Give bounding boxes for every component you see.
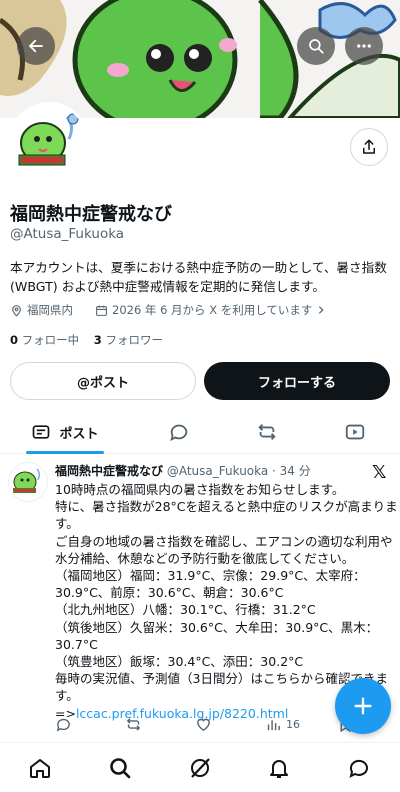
tweet-author-name[interactable]: 福岡熱中症警戒なび	[55, 464, 163, 478]
share-icon	[363, 139, 375, 154]
tweet-actions: 16	[55, 716, 375, 736]
compose-fab[interactable]	[335, 678, 391, 734]
back-arrow-icon	[29, 39, 43, 53]
tab-media[interactable]	[342, 410, 368, 454]
home-icon	[30, 759, 50, 778]
profile-bio: 本アカウントは、夏季における熱中症予防の一助として、暑さ指数 (WBGT) およ…	[10, 258, 394, 296]
tweet-line: ご自身の地域の暑さ指数を確認し、エアコンの適切な利用や	[55, 533, 393, 549]
nav-notifications[interactable]	[266, 755, 292, 781]
profile-avatar[interactable]	[8, 102, 90, 184]
tweet-line: 特に、暑さ指数が28°Cを超えると熱中症のリスクが高まりま	[55, 499, 398, 515]
share-button[interactable]	[350, 128, 388, 166]
bottom-navigation	[0, 742, 400, 792]
tab-replies[interactable]	[166, 410, 192, 454]
like-action[interactable]	[195, 716, 212, 733]
following-link[interactable]: 0 フォロー中	[10, 333, 79, 347]
profile-name: 福岡熱中症警戒なび	[10, 204, 172, 225]
nav-grok[interactable]	[187, 755, 213, 781]
following-count: 0	[10, 333, 19, 347]
active-tab-indicator	[26, 451, 104, 454]
following-label: フォロー中	[21, 333, 80, 347]
location-icon	[12, 304, 21, 317]
bell-icon	[270, 760, 288, 778]
nav-search[interactable]	[107, 755, 133, 781]
reply-action[interactable]	[55, 716, 72, 733]
back-button[interactable]	[17, 27, 55, 65]
views-icon	[267, 720, 280, 731]
search-button[interactable]	[297, 27, 335, 65]
tweet-line: 30.7°C	[55, 636, 98, 652]
follow-counts: 0 フォロー中 3 フォロワー	[10, 332, 163, 348]
search-icon	[110, 758, 131, 779]
banner-illustration	[0, 0, 400, 118]
heart-icon	[197, 718, 210, 732]
tweet-avatar[interactable]	[8, 462, 48, 502]
repost-icon	[126, 718, 141, 731]
follow-button[interactable]: フォローする	[204, 362, 390, 400]
tweet-line: 30.9°C、前原：30.6°C、朝倉：30.6°C	[55, 585, 284, 601]
followers-link[interactable]: 3 フォロワー	[94, 333, 163, 347]
tweet-line: （筑豊地区）飯塚：30.4°C、添田：30.2°C	[55, 654, 304, 670]
location-text: 福岡県内	[27, 303, 73, 317]
tweet-line: （北九州地区）八幡：30.1°C、行橋：31.2°C	[55, 602, 316, 618]
followers-count: 3	[93, 333, 102, 347]
mention-post-button[interactable]: @ポスト	[10, 362, 196, 400]
video-tab-icon	[345, 424, 365, 440]
x-logo-icon: 𝕏	[372, 462, 387, 483]
calendar-icon	[96, 305, 107, 316]
joined-text: 2026 年 6 月から X を利用しています	[112, 303, 313, 317]
profile-meta: 福岡県内 2026 年 6 月から X を利用しています	[10, 302, 326, 318]
chevron-right-icon[interactable]	[316, 305, 326, 315]
posts-tab-icon	[33, 425, 50, 439]
tweet-line: 水分補給、休憩などの予防行動を徹底してください。	[55, 550, 355, 566]
tweet-line: す。	[55, 516, 79, 532]
plus-icon	[354, 697, 372, 715]
views-action[interactable]: 16	[265, 716, 300, 733]
repost-action[interactable]	[125, 716, 142, 733]
mascot-avatar-image	[18, 113, 79, 166]
profile-handle: @Atusa_Fukuoka	[10, 226, 125, 242]
more-icon	[357, 44, 371, 48]
bio-line: 本アカウントは、夏季における熱中症予防の一助として、暑さ指数	[10, 260, 387, 275]
tweet-line: （福岡地区）福岡：31.9°C、宗像：29.9°C、太宰府：	[55, 568, 366, 584]
grok-icon	[191, 758, 210, 778]
reply-icon	[56, 718, 70, 732]
tab-posts[interactable]: ポスト	[26, 410, 104, 454]
followers-label: フォロワー	[105, 333, 163, 347]
tweet-header: 福岡熱中症警戒なび @Atusa_Fukuoka · 34 分	[55, 462, 311, 479]
profile-banner	[0, 0, 400, 118]
tweet-line: （筑後地区）久留米：30.6°C、大牟田：30.9°C、黒木：	[55, 619, 379, 635]
nav-home[interactable]	[27, 755, 53, 781]
search-icon	[309, 39, 324, 54]
profile-tabs: ポスト	[0, 410, 400, 454]
repost-tab-icon	[258, 424, 276, 440]
more-button[interactable]	[345, 27, 383, 65]
chat-icon	[349, 759, 368, 778]
tab-reposts[interactable]	[254, 410, 280, 454]
bio-line: (WBGT) および熱中症警戒情報を定期的に発信します。	[10, 279, 325, 294]
tab-posts-label: ポスト	[59, 426, 99, 442]
tweet-line: 10時時点の福岡県内の暑さ指数をお知らせします。	[55, 482, 345, 497]
reply-tab-icon	[170, 424, 188, 442]
tweet-handle-time: @Atusa_Fukuoka · 34 分	[166, 464, 311, 478]
views-count: 16	[286, 718, 300, 731]
nav-messages[interactable]	[346, 755, 372, 781]
mascot-avatar-image	[13, 468, 41, 493]
